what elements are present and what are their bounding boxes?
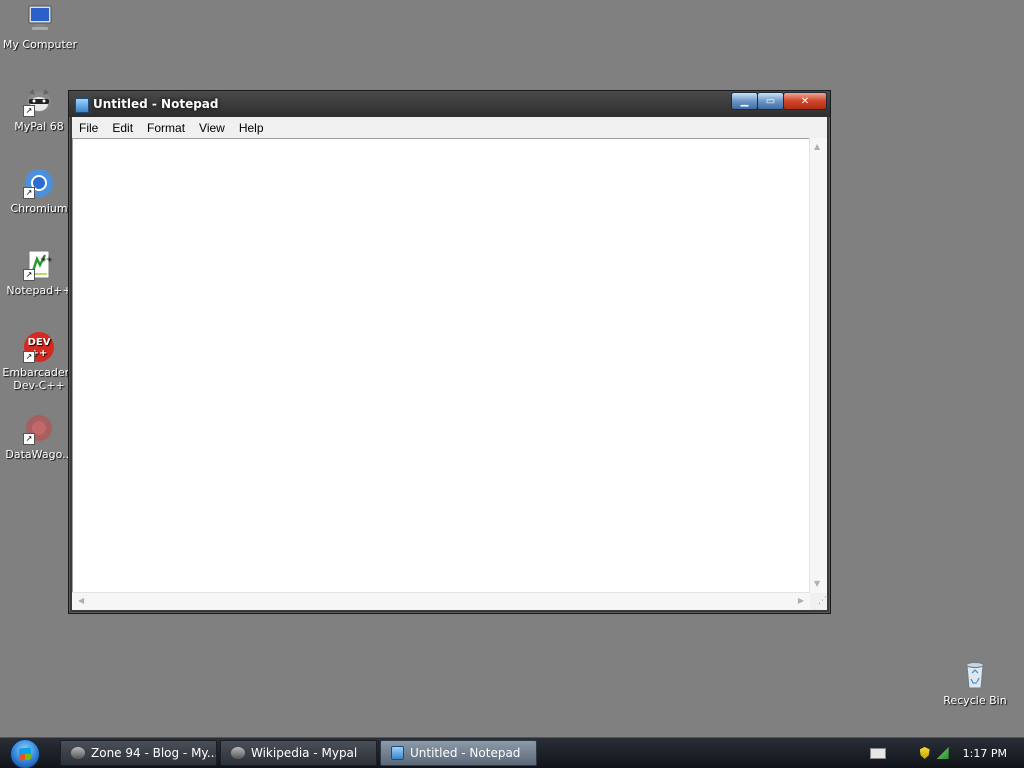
desktop-icon-datawagon[interactable]: ↗ DataWago... [1, 413, 77, 461]
window-titlebar[interactable]: Untitled - Notepad ▁ ▭ ✕ [69, 91, 830, 117]
network-icon[interactable] [936, 747, 949, 759]
desktop-icon-label: Notepad++ [6, 284, 72, 297]
menu-format[interactable]: Format [140, 121, 192, 135]
datawagon-icon: ↗ [23, 413, 55, 445]
desktop-icon-recycle-bin[interactable]: Recycle Bin [937, 659, 1013, 707]
computer-icon [24, 3, 56, 35]
notepad-icon [391, 746, 404, 760]
taskbar-button-label: Untitled - Notepad [410, 746, 521, 760]
system-tray: 1:17 PM [869, 738, 1024, 768]
recycle-bin-icon [959, 659, 991, 691]
shortcut-arrow-icon: ↗ [23, 433, 35, 445]
desktop-icon-my-computer[interactable]: My Computer [2, 3, 78, 51]
taskbar-button-notepad[interactable]: Untitled - Notepad [380, 740, 537, 766]
menu-view[interactable]: View [192, 121, 232, 135]
taskbar: Zone 94 - Blog - My... Wikipedia - Mypal… [0, 737, 1024, 768]
desktop-icon-mypal[interactable]: ↗ MyPal 68 [1, 85, 77, 133]
chromium-icon: ↗ [23, 167, 55, 199]
desktop-icon-chromium[interactable]: ↗ Chromium [1, 167, 77, 215]
menu-file[interactable]: File [72, 121, 105, 135]
menu-bar: File Edit Format View Help [72, 117, 827, 138]
maximize-button[interactable]: ▭ [757, 92, 784, 110]
desktop-icon-devcpp[interactable]: DEV ++ ↗ Embarcadero Dev-C++ [1, 331, 77, 392]
minimize-button[interactable]: ▁ [731, 92, 758, 110]
taskbar-button-label: Zone 94 - Blog - My... [91, 746, 217, 760]
taskbar-button-zone94[interactable]: Zone 94 - Blog - My... [60, 740, 217, 766]
desktop-icon-label: DataWago... [5, 448, 73, 461]
close-button[interactable]: ✕ [783, 92, 827, 110]
notepad-window[interactable]: Untitled - Notepad ▁ ▭ ✕ File Edit Forma… [68, 90, 831, 614]
windows-logo-icon [19, 747, 31, 761]
taskbar-button-label: Wikipedia - Mypal [251, 746, 358, 760]
text-editor-area[interactable] [72, 138, 827, 610]
raccoon-icon: ↗ [23, 85, 55, 117]
security-shield-icon[interactable] [919, 747, 930, 759]
svg-text:DEV: DEV [28, 337, 51, 348]
desktop-icon-label: Embarcadero Dev-C++ [2, 366, 76, 392]
clock[interactable]: 1:17 PM [963, 747, 1007, 760]
menu-edit[interactable]: Edit [105, 121, 140, 135]
maximize-icon: ▭ [765, 95, 776, 107]
svg-text:++: ++ [40, 255, 52, 263]
close-icon: ✕ [800, 95, 810, 107]
desktop-icon-label: MyPal 68 [14, 120, 64, 133]
shortcut-arrow-icon: ↗ [23, 187, 35, 199]
desktop-icon-label: Recycle Bin [943, 694, 1007, 707]
shortcut-arrow-icon: ↗ [23, 269, 35, 281]
menu-help[interactable]: Help [232, 121, 271, 135]
notepad-icon [75, 98, 89, 113]
desktop-icon-label: My Computer [2, 38, 78, 51]
taskbar-button-wikipedia[interactable]: Wikipedia - Mypal [220, 740, 377, 766]
raccoon-icon [231, 747, 245, 759]
desktop-icon-notepadpp[interactable]: ++ ↗ Notepad++ [1, 249, 77, 297]
shortcut-arrow-icon: ↗ [23, 351, 35, 363]
start-button[interactable] [10, 739, 40, 768]
notepadpp-icon: ++ ↗ [23, 249, 55, 281]
window-title: Untitled - Notepad [93, 97, 219, 111]
caption-buttons: ▁ ▭ ✕ [731, 92, 827, 110]
devcpp-icon: DEV ++ ↗ [23, 331, 55, 363]
raccoon-icon [71, 747, 85, 759]
keyboard-icon[interactable] [869, 747, 886, 759]
desktop-icon-label: Chromium [10, 202, 68, 215]
shortcut-arrow-icon: ↗ [23, 105, 35, 117]
minimize-icon: ▁ [740, 95, 749, 107]
